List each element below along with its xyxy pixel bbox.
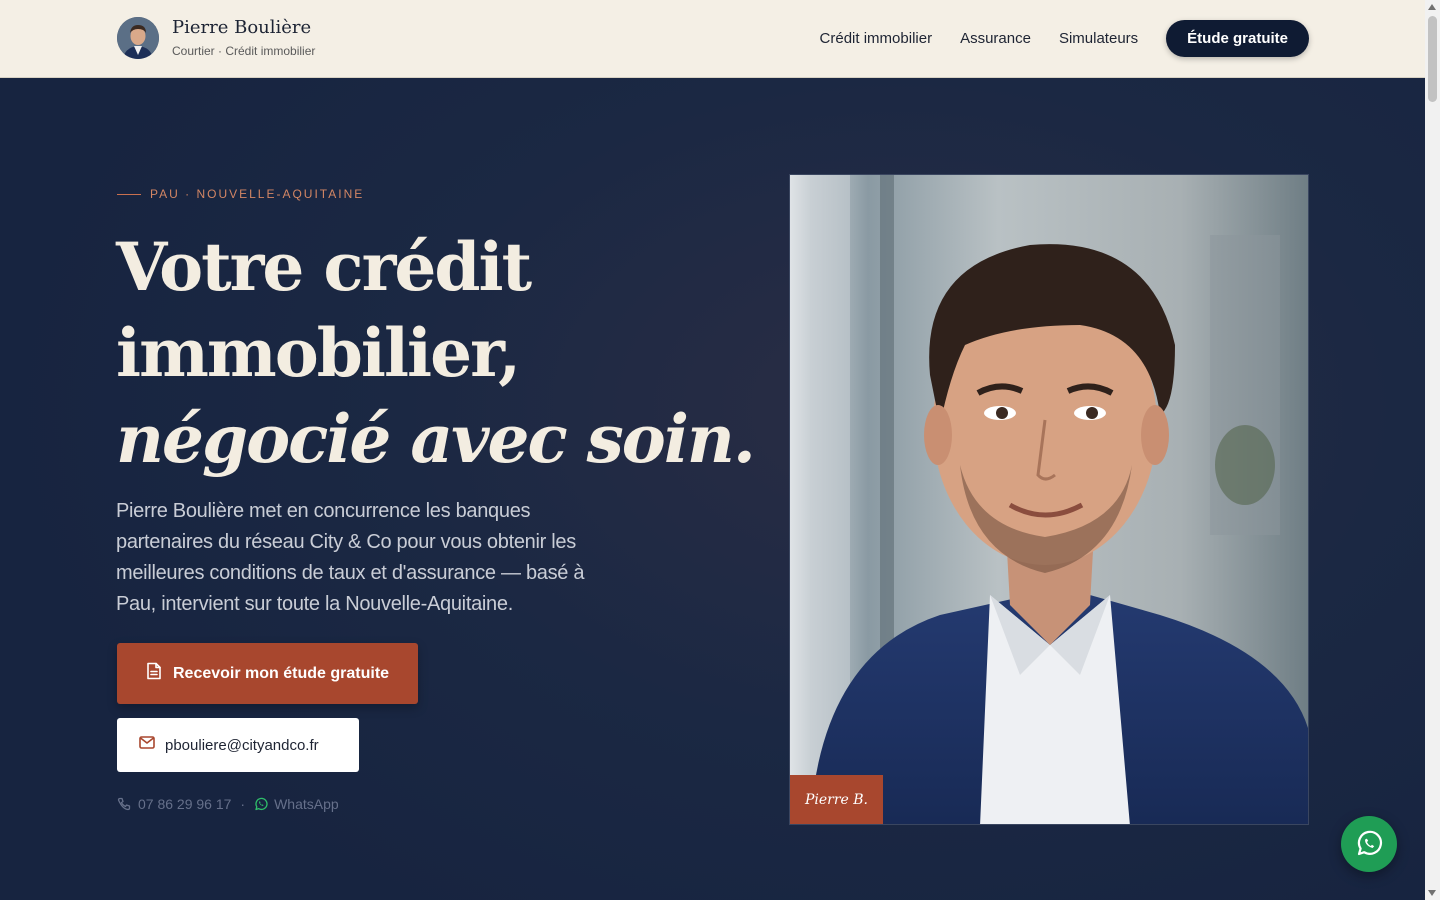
recevoir-etude-button[interactable]: Recevoir mon étude gratuite xyxy=(117,643,418,704)
hero-lead: Pierre Boulière met en concurrence les b… xyxy=(116,500,585,615)
whatsapp-icon xyxy=(254,797,268,811)
brand-name: Pierre Boulière xyxy=(172,16,312,38)
brand-subtitle: Courtier · Crédit immobilier xyxy=(172,43,316,58)
nav-link-simulateurs[interactable]: Simulateurs xyxy=(1059,30,1138,47)
headline-line-3: négocié avec soin. xyxy=(116,400,756,478)
phone-icon xyxy=(117,797,131,811)
portrait-photo: Pierre B. xyxy=(789,174,1309,825)
email-label: pbouliere@cityandco.fr xyxy=(165,736,319,754)
email-button[interactable]: pbouliere@cityandco.fr xyxy=(117,718,359,772)
nav-link-credit-immobilier[interactable]: Crédit immobilier xyxy=(820,30,933,47)
phone-link[interactable]: 07 86 29 96 17 xyxy=(138,796,231,812)
contact-separator: · xyxy=(240,796,246,812)
nav-link-assurance[interactable]: Assurance xyxy=(960,30,1031,47)
page-scrollbar[interactable] xyxy=(1425,0,1440,900)
scroll-down-arrow[interactable] xyxy=(1428,890,1436,896)
document-icon xyxy=(146,662,162,685)
scroll-thumb[interactable] xyxy=(1428,16,1437,102)
site-header: Pierre Boulière Courtier · Crédit immobi… xyxy=(0,0,1425,78)
scroll-up-arrow[interactable] xyxy=(1428,4,1436,10)
photo-caption: Pierre B. xyxy=(790,775,883,824)
headline-line-1: Votre crédit xyxy=(116,228,532,306)
headline-line-2: immobilier, xyxy=(116,314,521,392)
eyebrow-text: PAU · NOUVELLE-AQUITAINE xyxy=(150,187,365,201)
eyebrow: PAU · NOUVELLE-AQUITAINE xyxy=(117,187,364,201)
whatsapp-icon xyxy=(1355,830,1383,858)
mail-icon xyxy=(139,736,155,754)
hero-headline: Votre crédit immobilier, négocié avec so… xyxy=(116,224,756,482)
eyebrow-rule xyxy=(117,193,141,195)
contact-links: 07 86 29 96 17 · WhatsApp xyxy=(117,796,339,812)
hero-section: PAU · NOUVELLE-AQUITAINE Votre crédit im… xyxy=(0,78,1425,900)
brand[interactable]: Pierre Boulière Courtier · Crédit immobi… xyxy=(117,17,315,59)
whatsapp-link[interactable]: WhatsApp xyxy=(274,796,339,812)
recevoir-etude-label: Recevoir mon étude gratuite xyxy=(173,664,390,682)
etude-gratuite-button[interactable]: Étude gratuite xyxy=(1166,20,1309,57)
whatsapp-floating-button[interactable] xyxy=(1341,816,1397,872)
avatar xyxy=(117,17,159,59)
main-nav: Crédit immobilier Assurance Simulateurs … xyxy=(820,20,1309,57)
